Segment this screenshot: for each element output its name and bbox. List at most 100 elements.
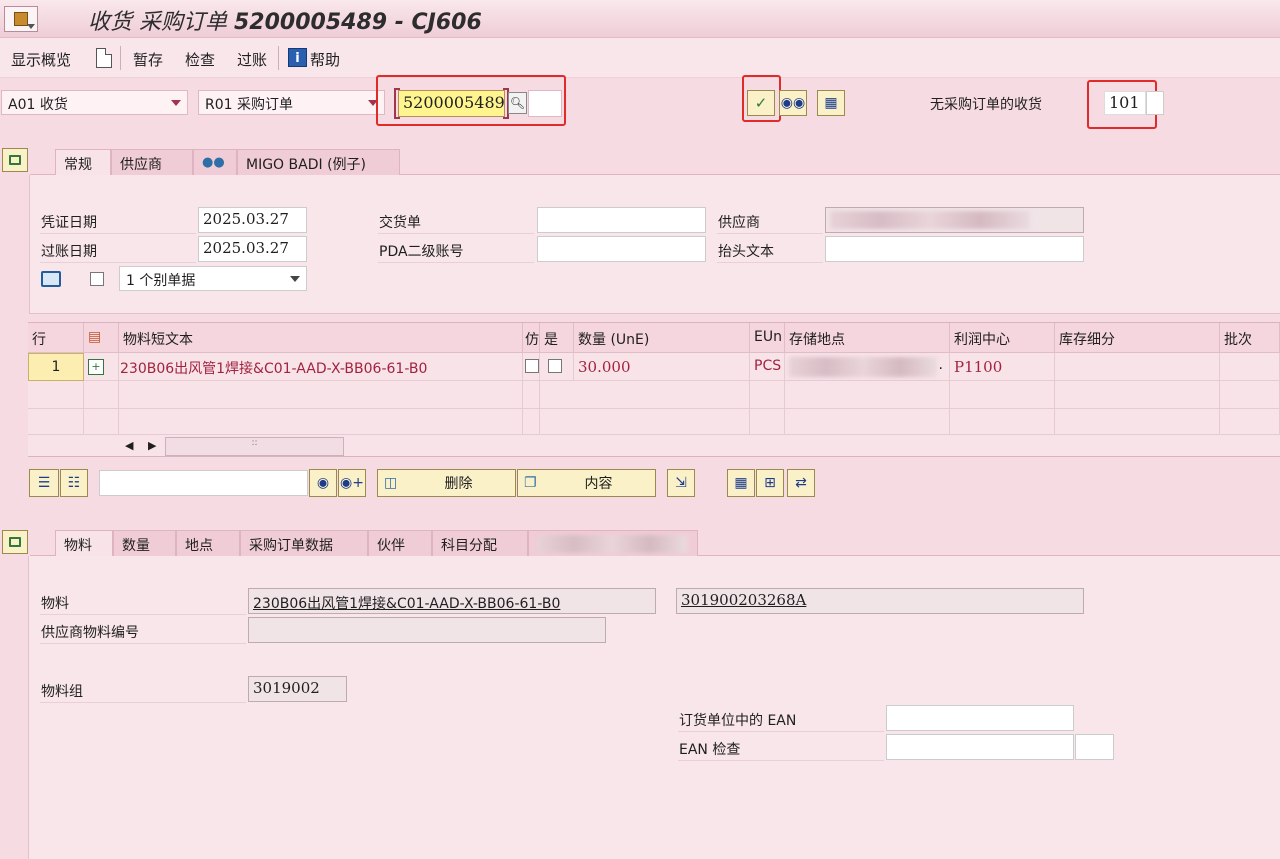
row-batch[interactable] [1220, 353, 1280, 381]
empty-cell [540, 381, 750, 409]
binoculars-search-icon[interactable]: ◉◉ [779, 90, 807, 116]
col-header-material-text[interactable]: 物料短文本 [119, 323, 523, 353]
horizontal-scrollbar[interactable]: :: [165, 437, 344, 456]
show-overview-button[interactable]: 显示概览 [11, 49, 71, 70]
pda-account-input[interactable] [537, 236, 706, 262]
movement-type-input[interactable]: 101 [1104, 91, 1146, 115]
tab-material[interactable]: 物料 [55, 530, 113, 556]
col-header-profit-center[interactable]: 利润中心 [950, 323, 1055, 353]
post-date-input[interactable]: 2025.03.27 [198, 236, 307, 262]
find-next-icon[interactable]: ◉+ [338, 469, 366, 497]
delivery-note-input[interactable] [537, 207, 706, 233]
app-menu-icon[interactable] [4, 6, 38, 32]
col-header-stock-segment[interactable]: 库存细分 [1055, 323, 1220, 353]
print-checkbox[interactable] [90, 272, 104, 286]
row-storage-location[interactable]: . [785, 353, 950, 381]
item-ok-checkbox[interactable] [525, 359, 539, 373]
col-header-status[interactable]: ▤ [84, 323, 119, 353]
col-header-batch[interactable]: 批次 [1220, 323, 1280, 353]
contents-button[interactable]: ❐ 内容 [517, 469, 656, 497]
col-header-quantity[interactable]: 数量 (UnE) [574, 323, 750, 353]
toggle-header-icon[interactable] [2, 148, 28, 172]
execute-check-icon[interactable]: ✓ [747, 90, 775, 116]
delete-button[interactable]: ◫ 删除 [377, 469, 516, 497]
action-select-value: A01 收货 [8, 97, 68, 113]
tab-partners[interactable]: ●● [193, 149, 237, 175]
tab-vendor[interactable]: 供应商 [111, 149, 193, 175]
doc-date-input[interactable]: 2025.03.27 [198, 207, 307, 233]
check-button[interactable]: 检查 [185, 49, 215, 70]
ean-check-extra-input[interactable] [1075, 734, 1114, 760]
col-header-ok[interactable]: 仿 [523, 323, 540, 353]
vendor-label: 供应商 [718, 215, 760, 231]
toggle-detail-icon[interactable] [2, 530, 28, 554]
expand-all-icon[interactable]: ⇲ [667, 469, 695, 497]
new-document-icon[interactable] [96, 48, 112, 68]
ean-input[interactable] [886, 705, 1074, 731]
ean-check-input[interactable] [886, 734, 1074, 760]
vendor-material-label: 供应商物料编号 [41, 625, 139, 641]
header-text-input[interactable] [825, 236, 1084, 262]
slip-select[interactable]: 1 个别单据 [119, 266, 307, 291]
reference-select-value: R01 采购订单 [205, 97, 293, 113]
post-button[interactable]: 过账 [237, 49, 267, 70]
transaction-glyph-icon [14, 12, 28, 26]
info-icon[interactable]: i [288, 48, 307, 67]
reference-select[interactable]: R01 采购订单 [198, 90, 385, 115]
empty-cell [950, 409, 1055, 435]
item-selected-checkbox[interactable] [548, 359, 562, 373]
po-number-input[interactable]: 5200005489 [398, 90, 505, 117]
find-icon[interactable]: ◉ [309, 469, 337, 497]
scroll-right-icon[interactable]: ▶ [148, 439, 156, 452]
row-item-ok-cell[interactable] [540, 353, 574, 381]
ean-check-label: EAN 检查 [679, 742, 741, 758]
stock-overview-icon[interactable]: ▦ [727, 469, 755, 497]
row-unit[interactable]: PCS [750, 353, 785, 381]
tab-account-assignment[interactable]: 科目分配 [432, 530, 528, 556]
printer-icon[interactable] [41, 271, 61, 287]
col-header-line[interactable]: 行 [28, 323, 84, 353]
select-all-icon[interactable]: ☰ [29, 469, 59, 497]
col-header-storage-location[interactable]: 存储地点 [785, 323, 950, 353]
label-underline [717, 262, 823, 263]
row-quantity[interactable]: 30.000 [574, 353, 750, 381]
label-underline [40, 643, 246, 644]
deselect-all-icon[interactable]: ☷ [60, 469, 88, 497]
row-line-number[interactable]: 1 [28, 353, 84, 381]
chevron-down-icon [290, 276, 300, 282]
row-detail-cell[interactable]: + [84, 353, 119, 381]
add-item-icon[interactable]: ⊞ [756, 469, 784, 497]
col-header-item-ok[interactable]: 是 [540, 323, 574, 353]
label-underline [678, 760, 884, 761]
col-header-unit[interactable]: EUn [750, 323, 785, 353]
tab-po-data[interactable]: 采购订单数据 [240, 530, 368, 556]
grid-search-input[interactable] [99, 470, 308, 496]
hold-button[interactable]: 暂存 [133, 49, 163, 70]
slip-select-value: 1 个别单据 [126, 273, 196, 289]
row-ok-cell[interactable] [523, 353, 540, 381]
row-stock-segment[interactable] [1055, 353, 1220, 381]
tab-where[interactable]: 地点 [176, 530, 240, 556]
row-profit-center[interactable]: P1100 [950, 353, 1055, 381]
empty-cell [119, 381, 523, 409]
action-select[interactable]: A01 收货 [1, 90, 188, 115]
row-material-text[interactable]: 230B06出风管1焊接&C01-AAD-X-BB06-61-B0 [119, 353, 523, 381]
scroll-left-icon[interactable]: ◀ [125, 439, 133, 452]
material-label: 物料 [41, 596, 69, 612]
movement-type-special-input[interactable] [1146, 91, 1164, 115]
help-button[interactable]: 帮助 [310, 49, 340, 70]
tab-redacted[interactable] [528, 530, 698, 556]
vendor-material-field [248, 617, 606, 643]
transfer-icon[interactable]: ⇄ [787, 469, 815, 497]
toolbar-separator [278, 46, 279, 70]
tab-partner[interactable]: 伙伴 [368, 530, 432, 556]
tab-quantity[interactable]: 数量 [113, 530, 176, 556]
tab-general[interactable]: 常规 [55, 149, 111, 175]
title-prefix: 收货 采购订单 [88, 10, 227, 35]
empty-cell [750, 381, 785, 409]
search-help-icon[interactable]: 🔍︎ [508, 92, 527, 114]
title-document: 5200005489 - CJ606 [234, 10, 482, 35]
tab-migo-badi[interactable]: MIGO BADI (例子) [237, 149, 400, 175]
column-layout-icon[interactable]: ▦ [817, 90, 845, 116]
po-item-input[interactable] [528, 90, 562, 117]
